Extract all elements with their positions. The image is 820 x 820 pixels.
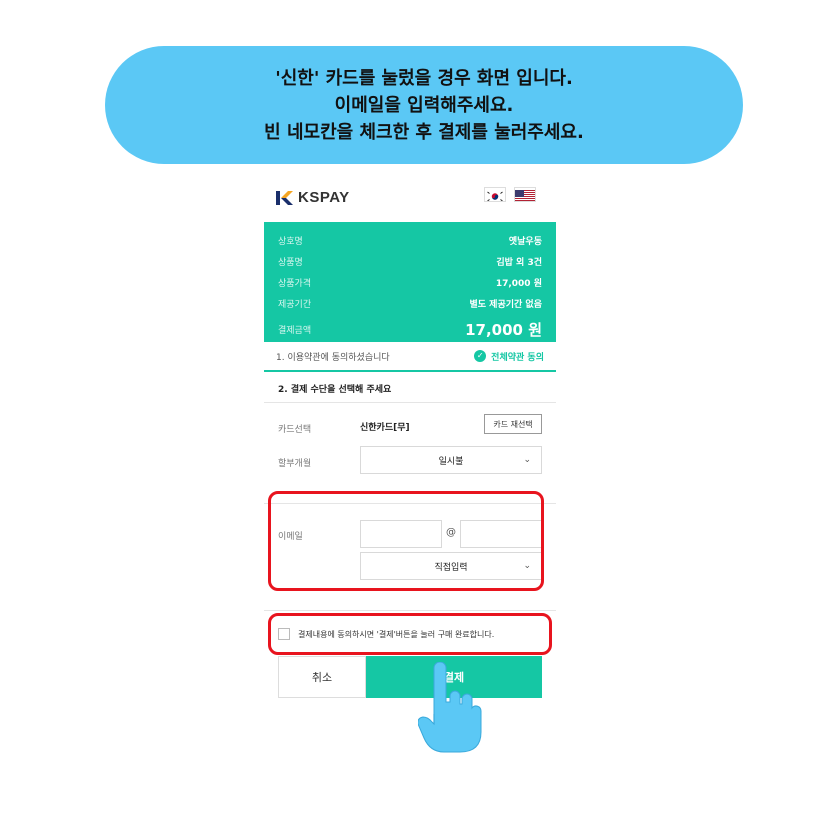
total-amount: 17,000 원: [465, 320, 542, 339]
instruction-line: 빈 네모칸을 체크한 후 결제를 눌러주세요.: [264, 121, 584, 143]
header: KSPAY: [264, 180, 556, 222]
agree-all-toggle[interactable]: ✓ 전체약관 동의: [474, 350, 544, 363]
agree-all-label: 전체약관 동의: [491, 352, 544, 363]
installment-select[interactable]: 일시불 ⌄: [360, 446, 542, 474]
total-label: 결제금액: [278, 325, 312, 336]
selected-card-name: 신한카드[무]: [360, 423, 410, 433]
summary-total-row: 결제금액 17,000 원: [278, 316, 542, 342]
installment-value: 일시불: [438, 456, 464, 467]
installment-label: 할부개월: [278, 459, 312, 469]
summary-value: 17,000 원: [495, 279, 542, 289]
summary-value: 김밥 외 3건: [496, 258, 542, 268]
summary-row: 상호명 옛날우동: [278, 230, 542, 251]
pointing-hand-icon: [418, 662, 482, 753]
terms-agreement-row: 1. 이용약관에 동의하셨습니다 ✓ 전체약관 동의: [264, 342, 556, 372]
usa-flag-icon[interactable]: [514, 187, 536, 202]
logo-text: KSPAY: [298, 189, 350, 206]
divider: [264, 610, 556, 611]
checkbox-highlight-box: [268, 613, 552, 655]
instruction-banner: '신한' 카드를 눌렀을 경우 화면 입니다. 이메일을 입력해주세요. 빈 네…: [105, 46, 743, 164]
summary-value: 별도 제공기간 없음: [469, 300, 542, 310]
summary-label: 제공기간: [278, 300, 312, 310]
kspay-logo-icon: [276, 190, 293, 205]
summary-row: 제공기간 별도 제공기간 없음: [278, 293, 542, 314]
kspay-logo: KSPAY: [276, 189, 350, 206]
instruction-line: '신한' 카드를 눌렀을 경우 화면 입니다.: [275, 67, 573, 89]
email-highlight-box: [268, 491, 544, 591]
order-summary: 상호명 옛날우동 상품명 김밥 외 3건 상품가격 17,000 원 제공기간 …: [264, 222, 556, 342]
summary-label: 상품가격: [278, 279, 312, 289]
payment-method-title: 2. 결제 수단을 선택해 주세요: [278, 385, 392, 395]
cancel-button[interactable]: 취소: [278, 656, 366, 698]
korea-flag-icon[interactable]: [484, 187, 506, 202]
check-circle-icon: ✓: [474, 350, 487, 362]
summary-label: 상품명: [278, 258, 303, 268]
summary-row: 상품명 김밥 외 3건: [278, 251, 542, 272]
summary-label: 상호명: [278, 237, 303, 247]
summary-value: 옛날우동: [508, 237, 542, 247]
card-select-label: 카드선택: [278, 425, 312, 435]
terms-agreed-text: 1. 이용약관에 동의하셨습니다: [276, 352, 390, 363]
divider: [264, 402, 556, 403]
chevron-down-icon: ⌄: [523, 455, 531, 465]
instruction-line: 이메일을 입력해주세요.: [334, 94, 514, 116]
summary-row: 상품가격 17,000 원: [278, 272, 542, 293]
card-reselect-button[interactable]: 카드 재선택: [484, 414, 542, 434]
